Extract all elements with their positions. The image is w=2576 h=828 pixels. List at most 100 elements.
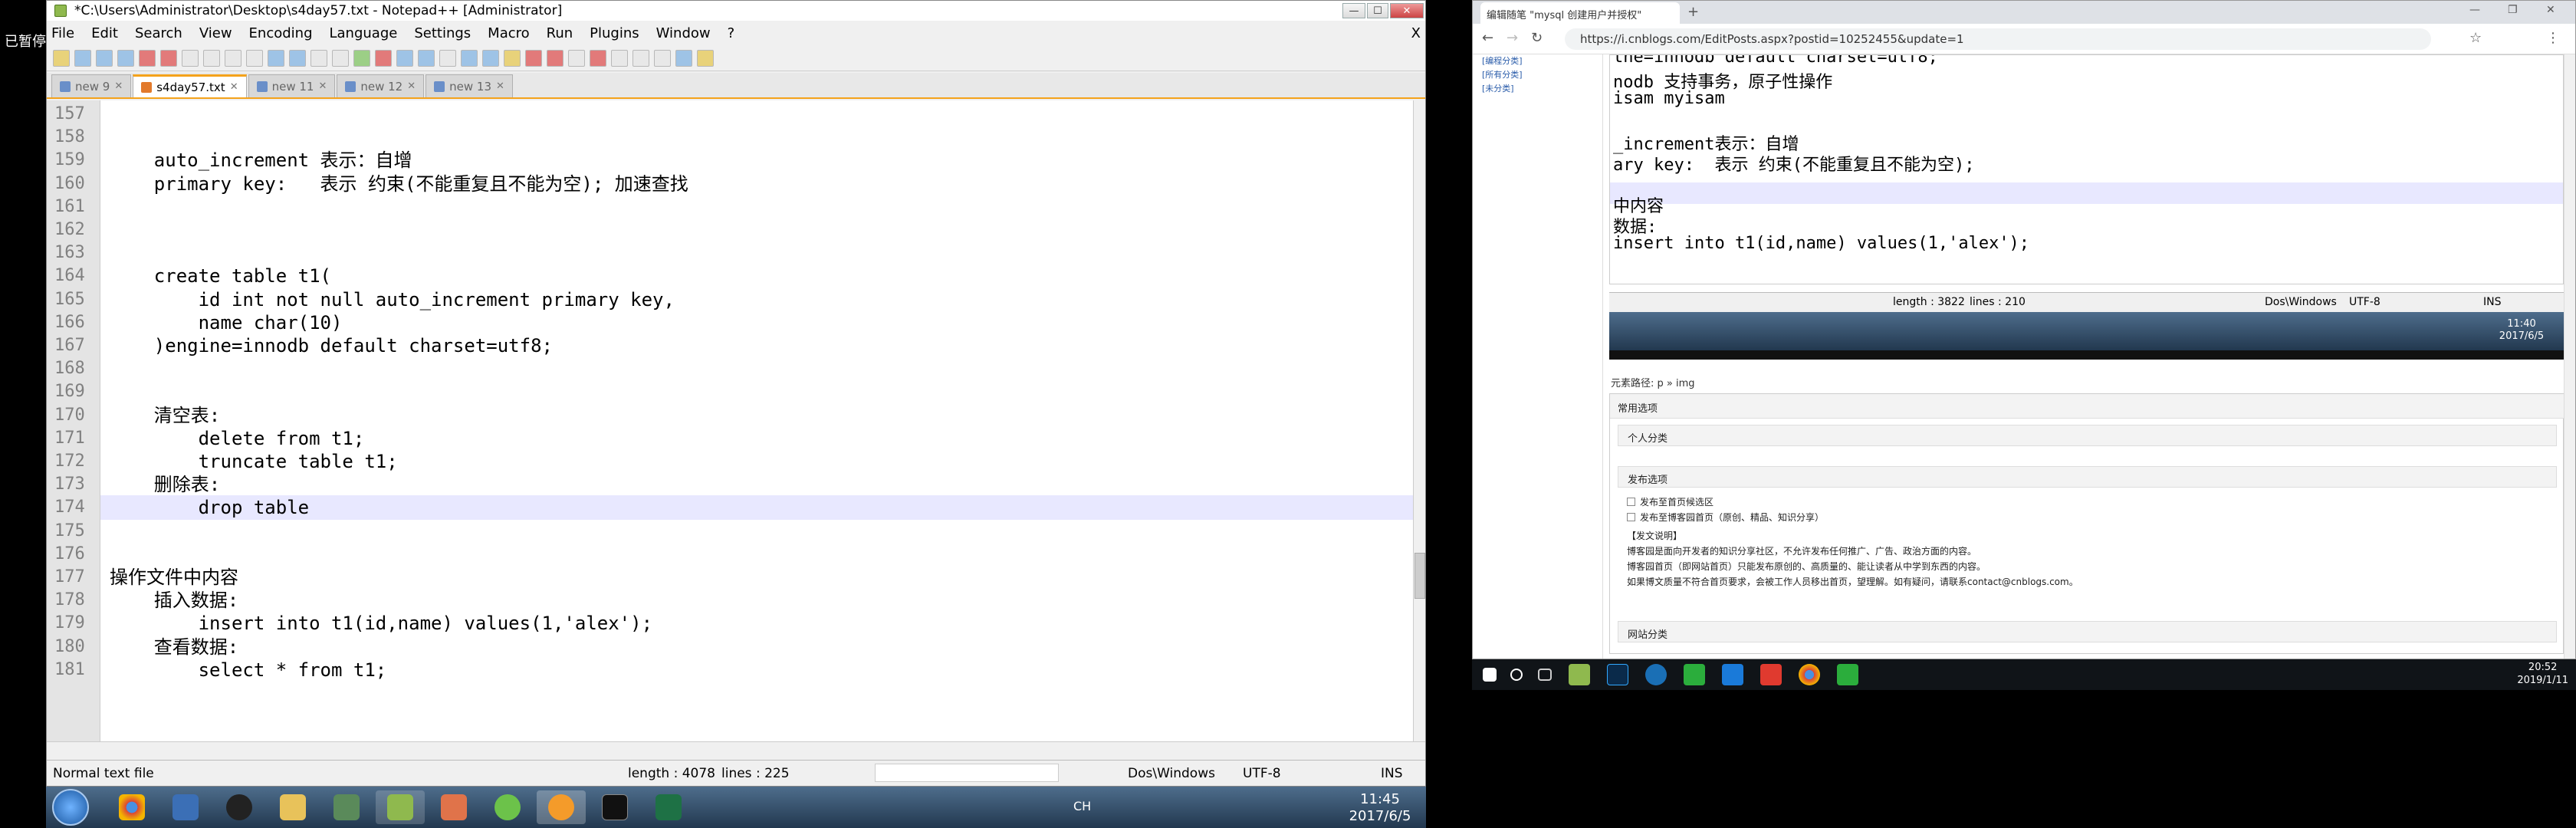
close-all-icon[interactable] — [160, 49, 177, 67]
photoshop-task-icon[interactable] — [1607, 664, 1628, 685]
menu-item[interactable]: Plugins — [590, 25, 639, 41]
code-line[interactable]: 插入数据: — [110, 588, 238, 613]
browser-scrollbar[interactable] — [2564, 54, 2575, 659]
forward-icon[interactable]: → — [1506, 30, 1518, 46]
close-doc-icon[interactable]: X — [1411, 25, 1421, 41]
bookmark-star-icon[interactable]: ☆ — [2469, 30, 2482, 46]
zoom-in-icon[interactable] — [353, 49, 370, 67]
cut-icon[interactable] — [203, 49, 220, 67]
close-tab-icon[interactable]: ✕ — [114, 80, 123, 92]
code-line[interactable]: delete from t1; — [110, 426, 365, 451]
window-title-bar[interactable]: *C:\Users\Administrator\Desktop\s4day57.… — [47, 1, 1425, 21]
code-line[interactable]: primary key: 表示 约束(不能重复且不能为空); 加速查找 — [110, 172, 688, 196]
green-task-icon[interactable] — [1837, 664, 1858, 685]
start-button[interactable] — [52, 789, 89, 826]
save-icon[interactable] — [96, 49, 113, 67]
green-app-task-icon[interactable] — [483, 790, 532, 824]
clock-2[interactable]: 20:52 2019/1/11 — [2517, 661, 2568, 687]
menu-item[interactable]: Edit — [91, 25, 118, 41]
save-macro-icon[interactable] — [675, 49, 692, 67]
file-tab[interactable]: s4day57.txt ✕ — [133, 74, 247, 97]
menu-item[interactable]: Encoding — [249, 25, 313, 41]
run-macro-multiple-icon[interactable] — [654, 49, 671, 67]
close-tab-icon[interactable]: ✕ — [318, 80, 327, 92]
group-site-category[interactable]: 网站分类 — [1618, 621, 2557, 642]
undo-icon[interactable] — [268, 49, 284, 67]
browser-tab[interactable]: 编辑随笔 "mysql 创建用户并授权" — [1480, 2, 1680, 24]
code-line[interactable]: )engine=innodb default charset=utf8; — [110, 334, 553, 358]
play-macro-icon[interactable] — [632, 49, 649, 67]
notepadpp-task-icon[interactable] — [376, 790, 425, 824]
code-line[interactable]: 操作文件中内容 — [110, 565, 238, 590]
explorer-task-icon[interactable] — [268, 790, 317, 824]
browser-menu-icon[interactable]: ⋮ — [2546, 30, 2560, 46]
maximize-button[interactable]: ☐ — [1367, 3, 1388, 18]
publish-homepage-checkbox[interactable]: 发布至博客园首页（原创、精品、知识分享） — [1627, 511, 1824, 524]
excel-task-icon[interactable] — [644, 790, 693, 824]
code-line[interactable]: 清空表: — [110, 403, 220, 428]
new-file-icon[interactable] — [53, 49, 70, 67]
close-tab-icon[interactable]: ✕ — [496, 80, 504, 92]
paint-task-icon[interactable] — [429, 790, 478, 824]
file-tab[interactable]: new 12 ✕ — [337, 74, 425, 97]
chrome-task-icon[interactable] — [107, 790, 156, 824]
menu-item[interactable]: Search — [135, 25, 182, 41]
menu-item[interactable]: File — [51, 25, 74, 41]
menu-item[interactable]: ? — [728, 25, 735, 41]
sync-v-icon[interactable] — [396, 49, 413, 67]
code-line[interactable]: 删除表: — [110, 472, 220, 497]
redo-icon[interactable] — [289, 49, 306, 67]
stop-macro-icon[interactable] — [611, 49, 628, 67]
notepadpp-task-icon-2[interactable] — [1569, 664, 1590, 685]
cmd-task-icon[interactable] — [590, 790, 639, 824]
url-input[interactable]: https://i.cnblogs.com/EditPosts.aspx?pos… — [1565, 28, 2431, 50]
all-chars-icon[interactable] — [461, 49, 478, 67]
code-line[interactable]: drop table — [110, 495, 310, 520]
menu-item[interactable]: Macro — [488, 25, 529, 41]
indent-guide-icon[interactable] — [482, 49, 499, 67]
record-macro-icon[interactable] — [590, 49, 606, 67]
file-tab[interactable]: new 13 ✕ — [426, 74, 513, 97]
function-list-icon[interactable] — [547, 49, 564, 67]
browser-close-icon[interactable]: ✕ — [2546, 4, 2555, 16]
blue-app-task-icon[interactable] — [1722, 664, 1743, 685]
print-icon[interactable] — [182, 49, 199, 67]
sync-h-icon[interactable] — [418, 49, 435, 67]
code-line[interactable]: truncate table t1; — [110, 449, 398, 474]
category-link[interactable]: [所有分类] — [1473, 68, 1602, 82]
minimize-button[interactable]: — — [1342, 3, 1365, 18]
code-line[interactable]: name char(10) — [110, 310, 343, 335]
menu-item[interactable]: View — [199, 25, 232, 41]
qq-task-icon[interactable] — [215, 790, 264, 824]
menu-item[interactable]: Window — [656, 25, 711, 41]
menu-item[interactable]: Run — [547, 25, 573, 41]
replace-icon[interactable] — [332, 49, 349, 67]
zoom-out-icon[interactable] — [375, 49, 392, 67]
horizontal-scrollbar[interactable] — [47, 741, 1425, 755]
save-all-icon[interactable] — [117, 49, 134, 67]
app-task-icon[interactable] — [161, 790, 210, 824]
close-file-icon[interactable] — [139, 49, 156, 67]
ime-lang-indicator[interactable]: CH — [1073, 799, 1091, 813]
code-line[interactable]: insert into t1(id,name) values(1,'alex')… — [110, 611, 652, 636]
code-line[interactable]: 查看数据: — [110, 635, 238, 659]
copy-icon[interactable] — [225, 49, 242, 67]
code-line[interactable]: id int not null auto_increment primary k… — [110, 288, 675, 312]
paste-icon[interactable] — [246, 49, 263, 67]
wechat-task-icon[interactable] — [1684, 664, 1705, 685]
task-view-icon[interactable] — [1538, 669, 1552, 681]
reload-icon[interactable]: ↻ — [1531, 30, 1543, 46]
folder-workspace-icon[interactable] — [568, 49, 585, 67]
group-publish-options[interactable]: 发布选项 — [1618, 466, 2557, 488]
network-task-icon[interactable] — [1645, 664, 1667, 685]
lang-icon[interactable] — [504, 49, 521, 67]
file-tab[interactable]: new 11 ✕ — [248, 74, 336, 97]
file-tab[interactable]: new 9 ✕ — [51, 74, 132, 97]
doc-map-icon[interactable] — [525, 49, 542, 67]
clock[interactable]: 11:45 2017/6/5 — [1342, 791, 1418, 825]
vertical-scrollbar[interactable] — [1413, 100, 1425, 741]
close-tab-icon[interactable]: ✕ — [407, 80, 416, 92]
category-link[interactable]: [编程分类] — [1473, 54, 1602, 68]
browser-task-icon[interactable] — [537, 790, 586, 824]
chrome-task-icon-2[interactable] — [1799, 664, 1820, 685]
